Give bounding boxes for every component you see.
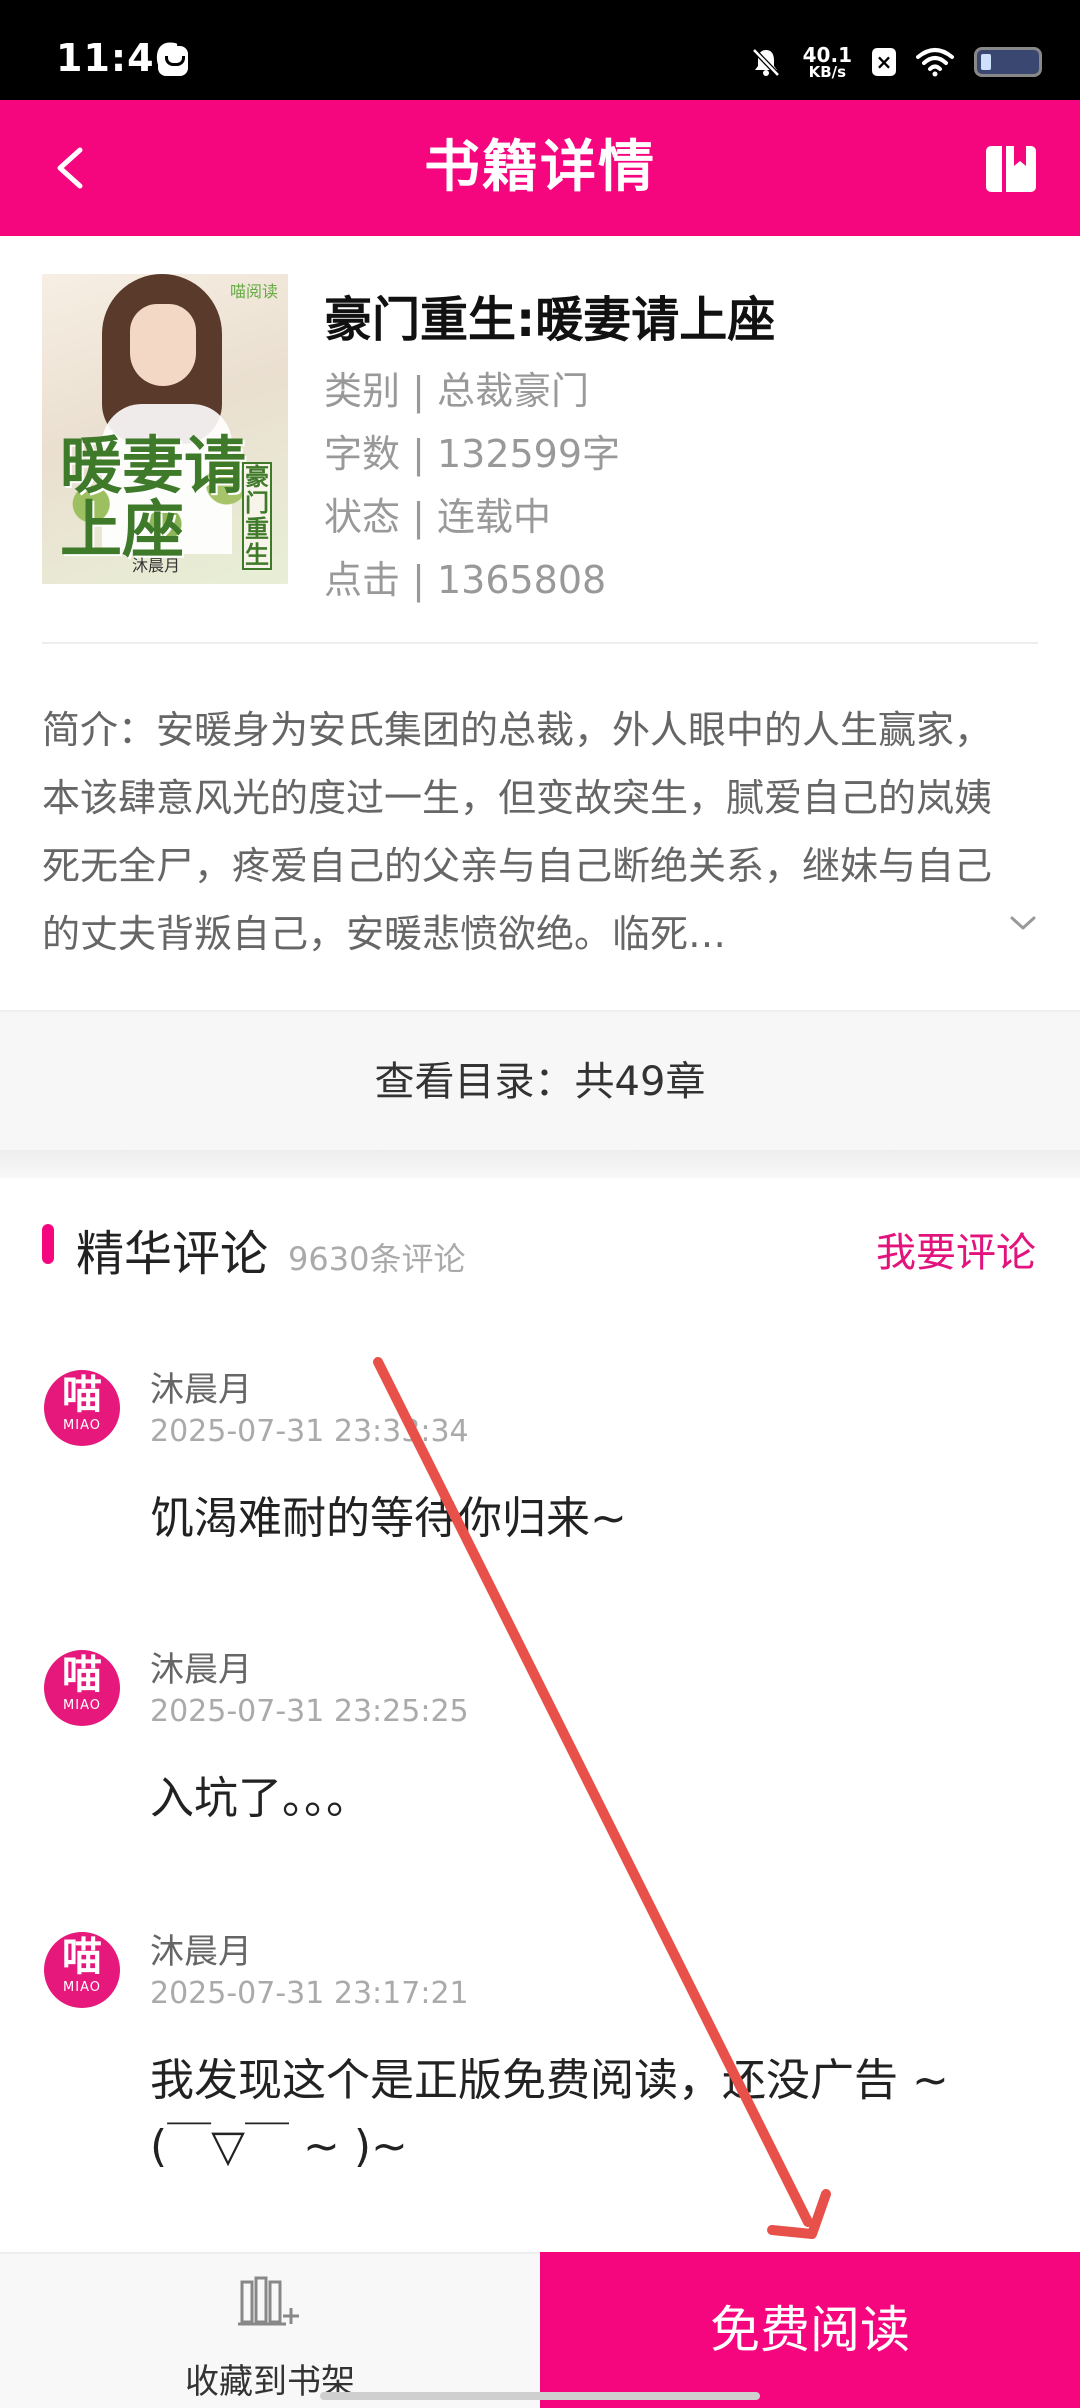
- cover-subtitle-art: 豪门重生: [242, 462, 272, 570]
- avatar[interactable]: 喵 MIAO: [44, 1650, 120, 1726]
- book-clicks: 点击 | 1365808: [324, 558, 607, 602]
- network-speed-unit: KB/s: [808, 62, 847, 81]
- comment-author: 沐晨月: [150, 1932, 252, 1972]
- avatar[interactable]: 喵 MIAO: [44, 1932, 120, 2008]
- comments-count: 9630条评论: [288, 1240, 466, 1278]
- top-nav-bar: 书籍详情: [0, 100, 1080, 236]
- bookshelf-icon[interactable]: [984, 142, 1038, 196]
- write-comment-link[interactable]: 我要评论: [876, 1220, 1036, 1278]
- book-status: 状态 | 连载中: [324, 495, 551, 539]
- avatar-glyph: 喵: [62, 1372, 102, 1418]
- table-of-contents-button[interactable]: 查看目录：共49章: [0, 1010, 1080, 1150]
- expand-chevron-down-icon[interactable]: [1006, 906, 1040, 940]
- bottom-action-bar: 收藏到书架 免费阅读: [0, 2252, 1080, 2408]
- avatar-sub: MIAO: [63, 1418, 101, 1433]
- comment-author: 沐晨月: [150, 1650, 252, 1690]
- book-word-count: 字数 | 132599字: [324, 432, 621, 476]
- comment-timestamp: 2025-07-31 23:25:25: [150, 1694, 469, 1729]
- book-category: 类别 | 总裁豪门: [324, 369, 589, 413]
- book-info-card: 喵阅读 暖妻请上座 豪门重生 沐晨月 豪门重生:暖妻请上座 类别 | 总裁豪门 …: [42, 274, 1038, 644]
- wifi-icon: [916, 48, 954, 77]
- comment-author: 沐晨月: [150, 1370, 252, 1410]
- toc-label: 查看目录：共49章: [374, 1059, 706, 1105]
- avatar-sub: MIAO: [63, 1980, 101, 1995]
- comment-text: 饥渴难耐的等待你归来~: [150, 1493, 627, 1544]
- book-cover-image[interactable]: 喵阅读 暖妻请上座 豪门重生 沐晨月: [42, 274, 288, 584]
- avatar-glyph: 喵: [62, 1934, 102, 1980]
- mute-bell-icon: [751, 48, 780, 77]
- no-sim-icon: ×: [872, 48, 896, 76]
- free-read-button[interactable]: 免费阅读: [540, 2252, 1080, 2408]
- cover-publisher-logo: 喵阅读: [229, 282, 278, 301]
- comment-timestamp: 2025-07-31 23:33:34: [150, 1414, 469, 1449]
- book-synopsis[interactable]: 简介：安暖身为安氏集团的总裁，外人眼中的人生赢家，本该肆意风光的度过一生，但变故…: [42, 696, 1002, 968]
- comment-text: 入坑了。。。: [150, 1773, 370, 1824]
- home-indicator[interactable]: [320, 2392, 760, 2400]
- cover-title-art: 暖妻请上座: [60, 429, 247, 566]
- network-speed: 40.1 KB/s: [803, 45, 852, 80]
- add-to-shelf-button[interactable]: 收藏到书架: [0, 2252, 540, 2408]
- comments-title: 精华评论: [76, 1226, 269, 1282]
- avatar-glyph: 喵: [62, 1652, 102, 1698]
- comments-header: 精华评论 9630条评论 我要评论: [0, 1178, 1080, 1308]
- message-notification-icon: [158, 46, 188, 76]
- book-title: 豪门重生:暖妻请上座: [324, 292, 776, 348]
- status-indicators: 40.1 KB/s ×: [749, 40, 1042, 84]
- add-to-bookshelf-icon: [238, 2276, 299, 2326]
- page-title: 书籍详情: [424, 135, 656, 200]
- network-speed-value: 40.1: [802, 42, 852, 67]
- cover-figure-face: [130, 304, 196, 386]
- cover-author: 沐晨月: [132, 556, 181, 575]
- section-divider: [0, 1150, 1080, 1178]
- comment-timestamp: 2025-07-31 23:17:21: [150, 1976, 469, 2011]
- avatar-sub: MIAO: [63, 1698, 101, 1713]
- section-accent-bar: [42, 1224, 54, 1264]
- battery-icon: [974, 47, 1042, 77]
- comment-text: 我发现这个是正版免费阅读，还没广告 ~ (￣▽￣ ~ )~: [150, 2055, 949, 2172]
- avatar[interactable]: 喵 MIAO: [44, 1370, 120, 1446]
- status-bar: 11:46 40.1 KB/s ×: [0, 0, 1080, 100]
